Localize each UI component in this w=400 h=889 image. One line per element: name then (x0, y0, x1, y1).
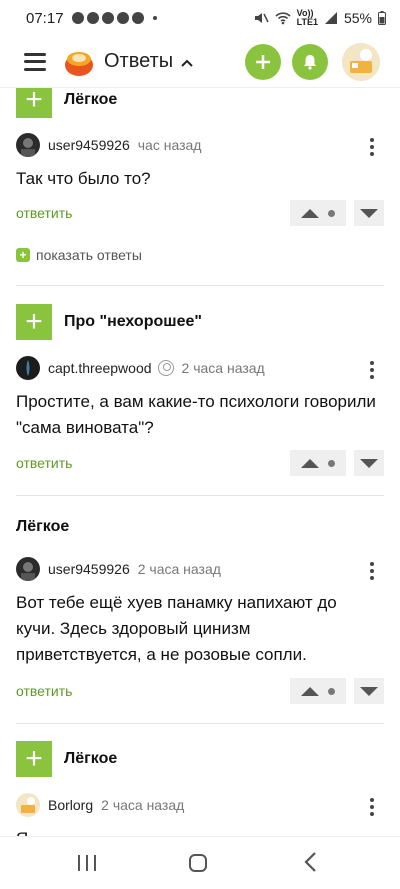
battery-icon (378, 11, 386, 25)
hamburger-icon[interactable] (24, 52, 46, 71)
battery-level: 55% (343, 10, 372, 26)
plus-icon[interactable]: + (16, 304, 52, 340)
arrow-down-icon (360, 458, 378, 468)
avatar[interactable] (16, 557, 40, 581)
user-badge-icon (157, 360, 174, 376)
topic-name[interactable]: Лёгкое (64, 750, 117, 768)
divider (16, 723, 384, 724)
show-replies-button[interactable]: + показать ответы (16, 247, 142, 263)
avatar[interactable] (16, 356, 40, 380)
add-button[interactable] (245, 44, 281, 80)
arrow-up-icon (300, 458, 319, 468)
arrow-down-icon (360, 686, 378, 696)
comment-text: Вот тебе ещё хуев панамку напихают до ку… (16, 593, 337, 664)
plus-icon[interactable]: + (16, 741, 52, 777)
recent-apps-icon[interactable] (78, 855, 96, 871)
kebab-icon[interactable] (370, 361, 374, 379)
downvote-button[interactable] (354, 678, 384, 704)
username[interactable]: Borlorg (48, 797, 93, 813)
logo-icon[interactable] (62, 46, 94, 78)
comment-header: Borlorg 2 часа назад (16, 793, 184, 817)
comment-text: Я (16, 826, 376, 836)
system-nav-bar (0, 836, 400, 889)
topic-row[interactable]: + Лёгкое (16, 741, 117, 777)
plus-icon (256, 55, 270, 69)
comment-header: capt.threepwood 2 часа назад (16, 356, 265, 380)
comment-time: час назад (137, 137, 202, 153)
facebook-icon (86, 12, 99, 24)
kebab-icon[interactable] (370, 798, 374, 816)
topic-row[interactable]: + Лёгкое (16, 88, 117, 118)
network-type: Vo)) LTE1 (297, 9, 318, 27)
upvote-button[interactable] (290, 200, 346, 226)
back-icon[interactable] (303, 851, 317, 880)
plus-icon[interactable]: + (16, 88, 52, 118)
rating-dot-icon (328, 209, 336, 217)
comments-feed: + Лёгкое user9459926 час назад Так что б… (0, 88, 400, 836)
notification-icon (71, 12, 84, 24)
kebab-icon[interactable] (370, 138, 374, 156)
home-icon[interactable] (189, 854, 207, 872)
comment-text: Так что было то? (16, 169, 151, 188)
notification-icon (131, 12, 144, 24)
profile-avatar[interactable] (342, 43, 380, 81)
rating-dot-icon (328, 459, 336, 467)
vote-controls (290, 200, 384, 226)
avatar[interactable] (16, 133, 40, 157)
facebook-icon (116, 12, 129, 24)
downvote-button[interactable] (354, 200, 384, 226)
reply-button[interactable]: ответить (16, 455, 72, 471)
app-title[interactable]: Ответы (104, 50, 173, 73)
bell-icon (304, 55, 316, 70)
comment-header: user9459926 час назад (16, 133, 201, 157)
upvote-button[interactable] (290, 450, 346, 476)
comment-time: 2 часа назад (101, 797, 185, 813)
status-bar: 07:17 Vo)) LTE1 55% (0, 0, 400, 36)
vote-controls (290, 678, 384, 704)
show-replies-label: показать ответы (36, 247, 142, 263)
comment-time: 2 часа назад (181, 360, 265, 376)
divider (16, 285, 384, 286)
plus-icon: + (16, 248, 30, 262)
vote-controls (290, 450, 384, 476)
wifi-icon (275, 12, 291, 25)
downvote-button[interactable] (354, 450, 384, 476)
upvote-button[interactable] (290, 678, 346, 704)
status-time: 07:17 (26, 9, 64, 27)
chevron-up-icon[interactable] (181, 54, 193, 70)
notifications-button[interactable] (292, 44, 328, 80)
comment-time: 2 часа назад (137, 561, 221, 577)
more-notifications-icon (152, 16, 157, 20)
username[interactable]: user9459926 (48, 561, 130, 577)
arrow-up-icon (300, 208, 319, 218)
topic-name[interactable]: Про "нехорошее" (64, 313, 202, 331)
app-bar: Ответы (0, 36, 400, 88)
topic-name[interactable]: Лёгкое (64, 91, 117, 109)
rating-dot-icon (328, 687, 336, 695)
arrow-up-icon (300, 686, 319, 696)
divider (16, 495, 384, 496)
mute-icon (254, 13, 269, 23)
kebab-icon[interactable] (370, 562, 374, 580)
username[interactable]: capt.threepwood (48, 360, 152, 376)
topic-row[interactable]: + Про "нехорошее" (16, 304, 202, 340)
reply-button[interactable]: ответить (16, 683, 72, 699)
topic-name[interactable]: Лёгкое (16, 518, 69, 536)
avatar[interactable] (16, 793, 40, 817)
username[interactable]: user9459926 (48, 137, 130, 153)
comment-header: user9459926 2 часа назад (16, 557, 221, 581)
reply-button[interactable]: ответить (16, 205, 72, 221)
network-bottom: LTE1 (296, 17, 318, 27)
signal-icon (324, 12, 337, 24)
notification-icons (71, 12, 157, 24)
comment-text: Простите, а вам какие-то психологи говор… (16, 392, 376, 437)
arrow-down-icon (360, 208, 378, 218)
facebook-icon (101, 12, 114, 24)
